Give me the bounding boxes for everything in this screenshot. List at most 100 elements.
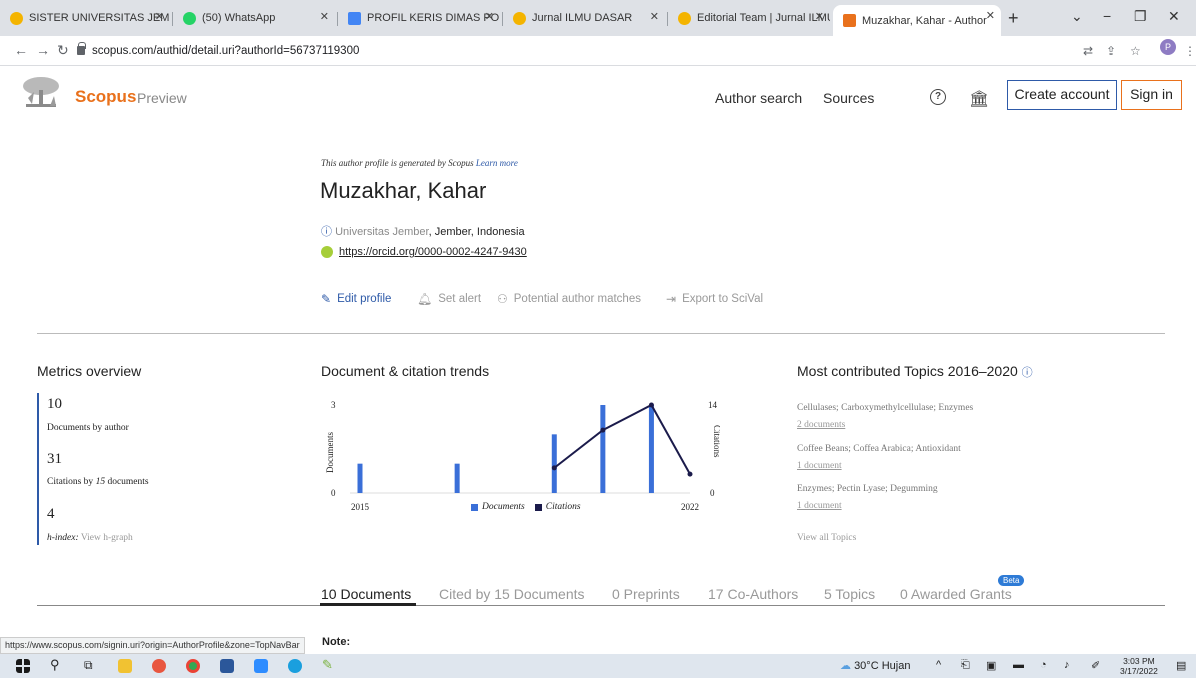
tab-awarded-grants[interactable]: 0 Awarded Grants: [900, 586, 1012, 602]
affiliation-university-link[interactable]: Universitas Jember: [335, 226, 429, 238]
x-tick-label: 2022: [681, 502, 699, 512]
close-icon[interactable]: ✕: [986, 9, 995, 22]
pencil-icon: ✎: [321, 292, 332, 306]
legend-citations-swatch: [534, 503, 542, 511]
view-all-topics-link[interactable]: View all Topics: [797, 533, 856, 543]
volume-icon[interactable]: ♪: [1064, 659, 1070, 671]
search-icon[interactable]: ⚲: [50, 657, 64, 672]
learn-more-link[interactable]: Learn more: [476, 158, 518, 168]
sources-link[interactable]: Sources: [823, 90, 874, 106]
citations-label-post: documents: [107, 477, 149, 487]
pen-icon[interactable]: ✐: [1091, 659, 1100, 672]
tab-topics[interactable]: 5 Topics: [824, 586, 875, 602]
export-to-scival-button[interactable]: ⇥ Export to SciVal: [666, 292, 763, 306]
tab-favicon-icon: [10, 11, 23, 25]
clock-date: 3/17/2022: [1120, 666, 1158, 676]
tab-documents[interactable]: 10 Documents: [321, 586, 411, 602]
browser-tab[interactable]: Jurnal ILMU DASAR ✕: [503, 6, 665, 30]
menu-dots-icon[interactable]: ⋮: [1184, 44, 1196, 58]
sign-in-button[interactable]: Sign in: [1121, 80, 1182, 110]
back-icon[interactable]: ←: [14, 42, 28, 58]
new-tab-icon[interactable]: +: [1008, 8, 1019, 29]
tab-cited-by[interactable]: Cited by 15 Documents: [439, 586, 585, 602]
documents-count: 10: [47, 396, 62, 412]
orcid-link[interactable]: https://orcid.org/0000-0002-4247-9430: [339, 246, 527, 258]
taskbar-clock[interactable]: 3:03 PM 3/17/2022: [1120, 656, 1158, 676]
scopus-brand[interactable]: Scopus: [75, 87, 136, 107]
browser-tab-active[interactable]: Muzakhar, Kahar - Author ✕: [833, 5, 1001, 36]
zoom-icon[interactable]: [254, 659, 268, 673]
edge-icon[interactable]: [288, 659, 302, 673]
topic-documents-link[interactable]: 2 documents: [797, 420, 845, 430]
topic-documents-link[interactable]: 1 document: [797, 461, 842, 471]
elsevier-logo-icon[interactable]: [20, 76, 62, 110]
tab-search-icon[interactable]: ⌄: [1071, 8, 1083, 25]
wifi-icon[interactable]: ◔: [1040, 659, 1047, 671]
set-alert-button[interactable]: 🔔︎ Set alert: [417, 292, 481, 306]
tab-title: PROFIL KERIS DIMAS PO.d: [367, 12, 500, 24]
export-icon: ⇥: [666, 292, 677, 306]
tray-chevron-icon[interactable]: ^: [936, 659, 941, 671]
export-label: Export to SciVal: [682, 293, 764, 305]
citations-point: [687, 471, 693, 477]
tray-display-icon[interactable]: ▣: [986, 659, 996, 672]
citations-point: [600, 427, 606, 433]
reload-icon[interactable]: ↻: [57, 42, 69, 59]
word-icon[interactable]: [220, 659, 234, 673]
browser-tab[interactable]: Editorial Team | Jurnal ILMU ✕: [668, 6, 830, 30]
close-icon[interactable]: ✕: [320, 10, 329, 23]
weather-widget[interactable]: ☁ 30°C Hujan: [840, 659, 910, 672]
translate-icon[interactable]: ⇄: [1083, 44, 1093, 58]
citations-label-num: 15: [95, 477, 106, 487]
citations-count: 31: [47, 451, 62, 467]
chart-legend: Documents Citations: [471, 502, 581, 512]
file-explorer-icon[interactable]: [118, 659, 132, 673]
docs-icon: [348, 11, 361, 25]
tab-title: Muzakhar, Kahar - Author: [862, 14, 987, 27]
edit-profile-button[interactable]: ✎ Edit profile: [321, 292, 391, 306]
notifications-icon[interactable]: ▤: [1176, 659, 1186, 672]
author-search-link[interactable]: Author search: [715, 90, 802, 106]
chrome-icon[interactable]: [186, 659, 200, 673]
close-icon[interactable]: ✕: [650, 10, 659, 23]
beta-badge: Beta: [998, 575, 1025, 586]
browser-tab[interactable]: (50) WhatsApp ✕: [173, 6, 335, 30]
left-tick-label: 3: [331, 400, 336, 410]
legend-documents-swatch: [471, 503, 478, 511]
document-bars: [357, 405, 654, 493]
paint-icon[interactable]: ✎: [322, 657, 336, 672]
potential-author-matches-button[interactable]: ⚇ Potential author matches: [497, 292, 641, 306]
view-h-graph-link[interactable]: View h-graph: [81, 533, 133, 543]
forward-icon[interactable]: →: [36, 42, 50, 58]
bookmark-star-icon[interactable]: ☆: [1130, 44, 1141, 58]
close-icon[interactable]: ✕: [815, 10, 824, 23]
topic-documents-link[interactable]: 1 document: [797, 501, 842, 511]
topic-name: Enzymes; Pectin Lyase; Degumming: [797, 484, 938, 494]
share-icon[interactable]: ⇪: [1106, 44, 1116, 58]
browser-tab[interactable]: SISTER UNIVERSITAS JEMBE ✕: [0, 6, 170, 30]
help-icon[interactable]: ?: [930, 89, 946, 105]
close-icon[interactable]: ✕: [485, 10, 494, 23]
topics-title: Most contributed Topics 2016–2020: [797, 363, 1018, 379]
tray-app-icon[interactable]: ⎗: [961, 659, 970, 672]
address-bar[interactable]: scopus.com/authid/detail.uri?authorId=56…: [92, 45, 359, 57]
weather-text: 30°C Hujan: [854, 660, 911, 672]
firefox-icon[interactable]: [152, 659, 166, 673]
window-close-icon[interactable]: ✕: [1168, 8, 1180, 25]
create-account-button[interactable]: Create account: [1007, 80, 1117, 110]
orcid-link-row[interactable]: https://orcid.org/0000-0002-4247-9430: [321, 246, 527, 258]
legend-documents-label: Documents: [482, 502, 525, 512]
windows-start-icon[interactable]: [16, 659, 30, 673]
task-view-icon[interactable]: ⧉: [84, 658, 98, 672]
edit-profile-label: Edit profile: [337, 293, 392, 305]
institution-icon[interactable]: 🏛: [969, 89, 989, 109]
info-icon[interactable]: ⓘ: [1022, 367, 1033, 379]
restore-icon[interactable]: ❐: [1134, 8, 1147, 25]
tab-preprints[interactable]: 0 Preprints: [612, 586, 680, 602]
close-icon[interactable]: ✕: [155, 10, 164, 23]
minimize-icon[interactable]: −: [1103, 8, 1111, 24]
browser-tab[interactable]: PROFIL KERIS DIMAS PO.d ✕: [338, 6, 500, 30]
profile-avatar[interactable]: P: [1160, 39, 1176, 55]
tab-co-authors[interactable]: 17 Co-Authors: [708, 586, 798, 602]
battery-icon[interactable]: ▬: [1013, 659, 1024, 671]
